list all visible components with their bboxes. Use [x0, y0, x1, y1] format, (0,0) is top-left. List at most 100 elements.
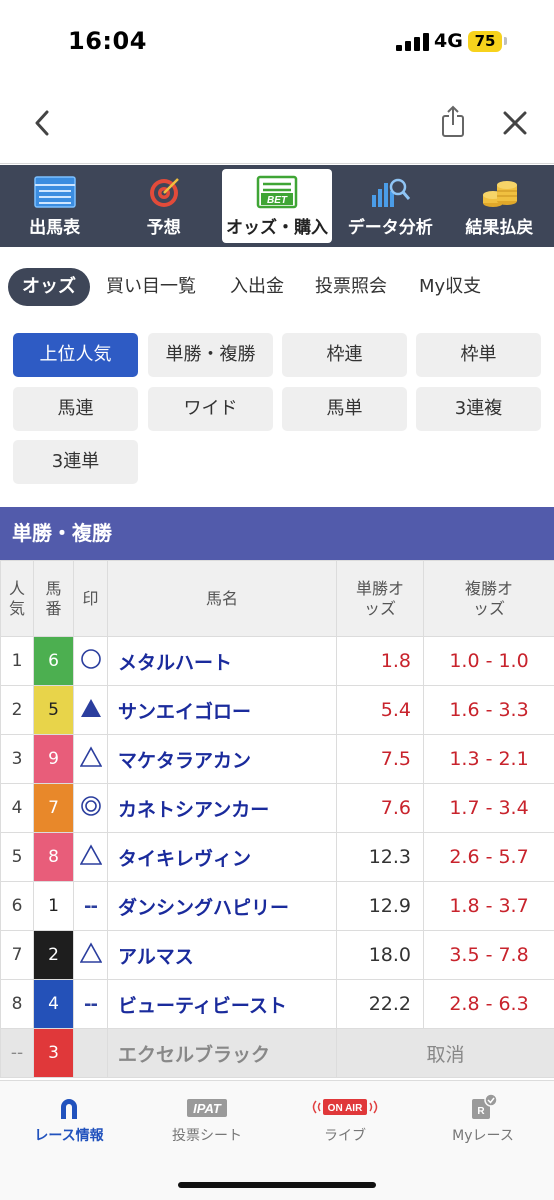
table-row[interactable]: 4 7 カネトシアンカー 7.6 1.7 - 3.4	[0, 783, 554, 833]
win-odds-cell[interactable]: 12.3	[336, 832, 424, 882]
navigation-bar	[0, 80, 554, 164]
tab-prediction[interactable]: 予想	[109, 165, 218, 247]
popularity-cell: 8	[0, 979, 34, 1029]
horse-name-cell[interactable]: ダンシングハピリー	[107, 881, 337, 931]
table-row[interactable]: 7 2 アルマス 18.0 3.5 - 7.8	[0, 930, 554, 980]
table-row[interactable]: 3 9 マケタラアカン 7.5 1.3 - 2.1	[0, 734, 554, 784]
subtab-my-balance[interactable]: My収支	[419, 268, 481, 306]
tab-label: 出馬表	[29, 218, 81, 238]
place-odds-cell[interactable]: 2.6 - 5.7	[423, 832, 554, 882]
popularity-cell: 2	[0, 685, 34, 735]
table-row[interactable]: 6 1 -- ダンシングハピリー 12.9 1.8 - 3.7	[0, 881, 554, 931]
horse-number-cell: 3	[33, 1028, 74, 1078]
share-icon[interactable]	[438, 104, 468, 138]
place-odds-cell[interactable]: 1.8 - 3.7	[423, 881, 554, 931]
chart-search-icon	[372, 178, 411, 207]
bet-icon: BET	[256, 175, 298, 209]
mark-symbol-icon	[79, 941, 102, 969]
tab-label: 結果払戻	[465, 218, 534, 238]
tab-label: オッズ・購入	[226, 218, 328, 238]
bettype-quinella[interactable]: 馬連	[13, 387, 138, 431]
win-odds-cell[interactable]: 12.9	[336, 881, 424, 931]
table-row[interactable]: 8 4 -- ビューティビースト 22.2 2.8 - 6.3	[0, 979, 554, 1029]
back-chevron-icon[interactable]	[28, 106, 58, 140]
bottom-tab-race-info[interactable]: レース情報	[0, 1081, 138, 1161]
mark-cell[interactable]	[73, 685, 108, 735]
place-odds-cell[interactable]: 1.7 - 3.4	[423, 783, 554, 833]
bettype-exacta[interactable]: 馬単	[282, 387, 407, 431]
win-odds-cell[interactable]: 5.4	[336, 685, 424, 735]
mark-cell[interactable]: --	[73, 979, 108, 1029]
mark-cell[interactable]	[73, 930, 108, 980]
header-horse-name: 馬名	[107, 560, 337, 637]
bottom-tab-my-race[interactable]: R Myレース	[414, 1081, 552, 1161]
place-odds-cell[interactable]: 3.5 - 7.8	[423, 930, 554, 980]
bottom-tab-label: 投票シート	[172, 1128, 242, 1144]
bettype-win-place[interactable]: 単勝・複勝	[148, 333, 273, 377]
horse-name-cell[interactable]: カネトシアンカー	[107, 783, 337, 833]
bettype-top-popular[interactable]: 上位人気	[13, 333, 138, 377]
win-odds-cell[interactable]: 7.6	[336, 783, 424, 833]
mark-cell[interactable]	[73, 832, 108, 882]
popularity-cell: 3	[0, 734, 34, 784]
popularity-cell: 5	[0, 832, 34, 882]
place-odds-cell[interactable]: 1.3 - 2.1	[423, 734, 554, 784]
header-mark: 印	[73, 560, 108, 637]
place-odds-cell[interactable]: 1.0 - 1.0	[423, 636, 554, 686]
horse-number-cell: 4	[33, 979, 74, 1029]
bettype-trifecta[interactable]: 3連単	[13, 440, 138, 484]
table-row[interactable]: 1 6 メタルハート 1.8 1.0 - 1.0	[0, 636, 554, 686]
popularity-cell: --	[0, 1028, 34, 1078]
win-odds-cell[interactable]: 1.8	[336, 636, 424, 686]
bettype-bracket-quinella[interactable]: 枠連	[282, 333, 407, 377]
popularity-cell: 4	[0, 783, 34, 833]
horse-name-cell[interactable]: メタルハート	[107, 636, 337, 686]
svg-text:R: R	[477, 1106, 485, 1117]
subtab-bet-inquiry[interactable]: 投票照会	[315, 268, 387, 306]
header-popularity: 人気	[0, 560, 34, 637]
bottom-tab-label: Myレース	[452, 1128, 514, 1144]
race-card-icon	[33, 176, 76, 208]
bettype-bracket-exacta[interactable]: 枠単	[416, 333, 541, 377]
win-odds-cell[interactable]: 7.5	[336, 734, 424, 784]
table-row[interactable]: 2 5 サンエイゴロー 5.4 1.6 - 3.3	[0, 685, 554, 735]
subtab-odds[interactable]: オッズ	[8, 268, 90, 306]
battery-tip	[504, 37, 507, 45]
mark-cell[interactable]	[73, 783, 108, 833]
bottom-tab-live[interactable]: ON AIR ライブ	[276, 1081, 414, 1161]
subtab-deposit[interactable]: 入出金	[230, 268, 284, 306]
subtab-bet-list[interactable]: 買い目一覧	[106, 268, 196, 306]
scratched-status: 取消	[336, 1028, 554, 1078]
horse-name-cell[interactable]: マケタラアカン	[107, 734, 337, 784]
on-air-icon: ON AIR	[312, 1099, 378, 1115]
bettype-wide[interactable]: ワイド	[148, 387, 273, 431]
mark-symbol-icon	[79, 745, 102, 773]
tab-race-card[interactable]: 出馬表	[0, 165, 109, 247]
tab-data-analysis[interactable]: データ分析	[336, 165, 445, 247]
mark-cell[interactable]	[73, 636, 108, 686]
place-odds-cell[interactable]: 2.8 - 6.3	[423, 979, 554, 1029]
win-odds-cell[interactable]: 18.0	[336, 930, 424, 980]
mark-cell[interactable]	[73, 734, 108, 784]
close-icon[interactable]	[500, 108, 530, 138]
tab-odds-purchase[interactable]: BET オッズ・購入	[222, 169, 332, 243]
win-odds-cell[interactable]: 22.2	[336, 979, 424, 1029]
svg-text:ON AIR: ON AIR	[328, 1103, 363, 1114]
popularity-cell: 1	[0, 636, 34, 686]
place-odds-cell[interactable]: 1.6 - 3.3	[423, 685, 554, 735]
bettype-trio[interactable]: 3連複	[416, 387, 541, 431]
horse-name-cell[interactable]: ビューティビースト	[107, 979, 337, 1029]
horse-number-cell: 9	[33, 734, 74, 784]
horse-name-cell[interactable]: タイキレヴィン	[107, 832, 337, 882]
horse-name-cell: エクセルブラック	[107, 1028, 337, 1078]
horse-number-cell: 5	[33, 685, 74, 735]
popularity-cell: 6	[0, 881, 34, 931]
bottom-tab-bet-sheet[interactable]: IPAT 投票シート	[138, 1081, 276, 1161]
main-tab-bar: 出馬表 予想 BET オッズ・購入 データ分析 結果払戻	[0, 165, 554, 247]
horse-name-cell[interactable]: サンエイゴロー	[107, 685, 337, 735]
tab-results-payout[interactable]: 結果払戻	[445, 165, 554, 247]
mark-cell[interactable]: --	[73, 881, 108, 931]
table-row[interactable]: 5 8 タイキレヴィン 12.3 2.6 - 5.7	[0, 832, 554, 882]
horse-number-cell: 8	[33, 832, 74, 882]
horse-name-cell[interactable]: アルマス	[107, 930, 337, 980]
